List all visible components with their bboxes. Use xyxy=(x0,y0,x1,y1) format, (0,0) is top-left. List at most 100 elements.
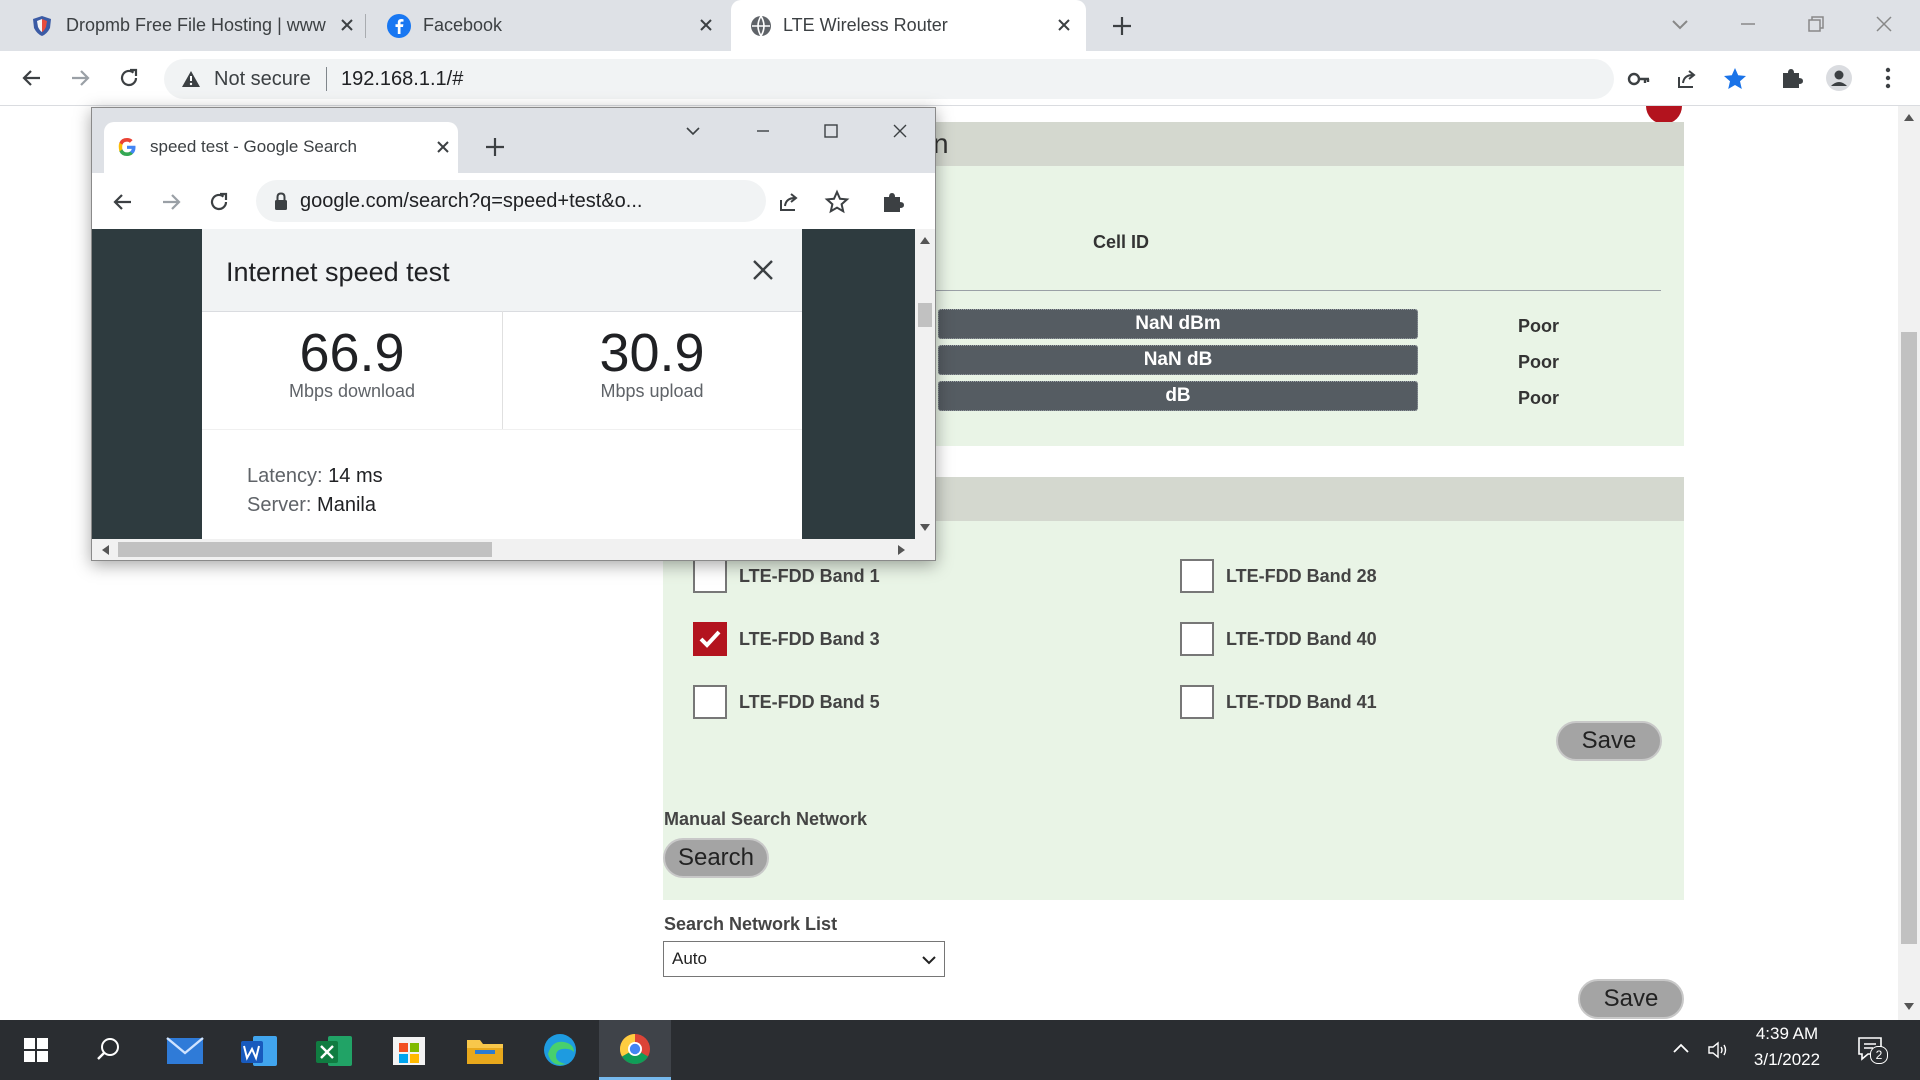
close-tab-icon[interactable] xyxy=(695,14,717,36)
close-window-icon[interactable] xyxy=(889,120,911,142)
back-icon[interactable] xyxy=(18,64,46,92)
action-center-button[interactable]: 2 xyxy=(1856,1034,1888,1064)
clock-date[interactable]: 3/1/2022 xyxy=(1746,1050,1828,1070)
show-hidden-icons-chevron-icon[interactable] xyxy=(1670,1038,1692,1060)
back-icon[interactable] xyxy=(110,189,136,215)
server-value: Manila xyxy=(317,494,376,516)
restore-icon[interactable] xyxy=(1804,12,1828,36)
clock-time[interactable]: 4:39 AM xyxy=(1752,1024,1822,1044)
taskbar-excel[interactable] xyxy=(298,1020,370,1080)
rsrp-bar: NaN dBm xyxy=(938,309,1418,339)
bottom-save-button[interactable]: Save xyxy=(1578,979,1684,1019)
tab-dropmb[interactable]: Dropmb Free File Hosting | www xyxy=(0,0,365,51)
mail-icon xyxy=(166,1037,204,1064)
scroll-up-icon[interactable] xyxy=(919,235,931,245)
minimize-icon[interactable] xyxy=(1736,12,1760,36)
taskbar-word[interactable] xyxy=(223,1020,295,1080)
new-tab-icon[interactable] xyxy=(1108,12,1136,40)
scroll-down-icon[interactable] xyxy=(919,523,931,533)
lock-icon[interactable] xyxy=(272,191,290,211)
tab-search-chevron-icon[interactable] xyxy=(682,120,704,142)
network-list-value: Auto xyxy=(672,949,707,968)
taskbar-chrome[interactable] xyxy=(599,1020,671,1080)
scroll-thumb[interactable] xyxy=(1901,332,1917,944)
popup-tab-title: speed test - Google Search xyxy=(150,137,357,156)
close-dialog-icon[interactable] xyxy=(750,257,776,283)
browser-toolbar: Not secure 192.168.1.1/# xyxy=(0,51,1920,106)
taskbar-file-explorer[interactable] xyxy=(449,1020,521,1080)
scroll-left-icon[interactable] xyxy=(100,544,110,556)
globe-icon xyxy=(749,14,773,38)
close-window-icon[interactable] xyxy=(1872,12,1896,36)
popup-tab-speed-test[interactable]: speed test - Google Search xyxy=(104,122,458,173)
key-icon[interactable] xyxy=(1626,66,1652,92)
browser-tab-strip: Dropmb Free File Hosting | www Facebook … xyxy=(0,0,1920,51)
band-41-checkbox[interactable] xyxy=(1180,685,1214,719)
word-icon xyxy=(241,1036,277,1066)
extensions-puzzle-icon[interactable] xyxy=(880,189,906,215)
band-28-checkbox[interactable] xyxy=(1180,559,1214,593)
address-bar[interactable]: Not secure 192.168.1.1/# xyxy=(164,59,1746,99)
maximize-icon[interactable] xyxy=(820,120,842,142)
share-icon[interactable] xyxy=(776,189,802,215)
network-list-select[interactable]: Auto xyxy=(663,941,945,977)
latency-label: Latency: xyxy=(247,465,323,487)
scroll-up-icon[interactable] xyxy=(1903,112,1915,122)
scroll-down-icon[interactable] xyxy=(1903,1002,1915,1012)
new-tab-icon[interactable] xyxy=(482,134,508,160)
warning-icon[interactable] xyxy=(180,68,202,90)
popup-url-text[interactable]: google.com/search?q=speed+test&o... xyxy=(300,190,642,213)
rsrq-bar: dB xyxy=(938,381,1418,411)
reload-icon[interactable] xyxy=(115,64,143,92)
download-unit-label: Mbps download xyxy=(288,381,416,401)
volume-icon[interactable] xyxy=(1706,1038,1730,1062)
taskbar-edge[interactable] xyxy=(524,1020,596,1080)
scroll-right-icon[interactable] xyxy=(897,544,907,556)
taskbar-mail[interactable] xyxy=(149,1020,221,1080)
share-icon[interactable] xyxy=(1674,66,1700,92)
scroll-thumb[interactable] xyxy=(918,303,932,327)
profile-avatar-icon[interactable] xyxy=(1825,64,1853,92)
tab-facebook[interactable]: Facebook xyxy=(365,0,730,51)
close-tab-icon[interactable] xyxy=(336,14,358,36)
minimize-icon[interactable] xyxy=(752,120,774,142)
tab-title: Dropmb Free File Hosting | www xyxy=(66,15,326,35)
band-5-label: LTE-FDD Band 5 xyxy=(739,692,880,712)
band-40-checkbox[interactable] xyxy=(1180,622,1214,656)
bookmark-star-icon[interactable] xyxy=(1722,66,1748,92)
popup-vertical-scrollbar[interactable] xyxy=(915,229,935,539)
extensions-puzzle-icon[interactable] xyxy=(1778,64,1806,92)
taskbar-store[interactable] xyxy=(373,1020,445,1080)
close-tab-icon[interactable] xyxy=(432,136,454,158)
google-g-icon xyxy=(116,136,138,158)
band-1-checkbox[interactable] xyxy=(693,559,727,593)
popup-browser-window: speed test - Google Search google.com/se… xyxy=(91,107,936,561)
chrome-menu-icon[interactable] xyxy=(1874,64,1902,92)
rsrp-quality: Poor xyxy=(1518,316,1560,336)
reload-icon[interactable] xyxy=(206,189,232,215)
band-3-checkbox[interactable] xyxy=(693,622,727,656)
chrome-icon xyxy=(619,1034,650,1065)
start-button[interactable] xyxy=(0,1020,72,1080)
store-icon xyxy=(393,1037,425,1065)
close-tab-icon[interactable] xyxy=(1053,14,1075,36)
forward-icon[interactable] xyxy=(158,189,184,215)
band-28-label: LTE-FDD Band 28 xyxy=(1226,566,1377,586)
tab-title: Facebook xyxy=(423,15,503,35)
page-scrollbar[interactable] xyxy=(1898,106,1920,1020)
forward-icon[interactable] xyxy=(66,64,94,92)
band-5-checkbox[interactable] xyxy=(693,685,727,719)
search-network-button[interactable]: Search xyxy=(663,838,769,878)
url-text[interactable]: 192.168.1.1/# xyxy=(341,68,463,91)
chevron-down-icon xyxy=(920,951,938,969)
sinr-value: NaN dB xyxy=(1143,349,1213,370)
scroll-thumb[interactable] xyxy=(118,542,492,557)
popup-address-bar[interactable]: google.com/search?q=speed+test&o... xyxy=(256,180,766,222)
taskbar-search-button[interactable] xyxy=(72,1020,144,1080)
band-save-button[interactable]: Save xyxy=(1556,721,1662,761)
popup-horizontal-scrollbar[interactable] xyxy=(92,539,935,560)
tab-search-chevron-icon[interactable] xyxy=(1668,12,1692,36)
latency-value: 14 ms xyxy=(328,465,383,487)
bookmark-star-icon[interactable] xyxy=(824,189,850,215)
tab-lte-router[interactable]: LTE Wireless Router xyxy=(731,0,1086,51)
